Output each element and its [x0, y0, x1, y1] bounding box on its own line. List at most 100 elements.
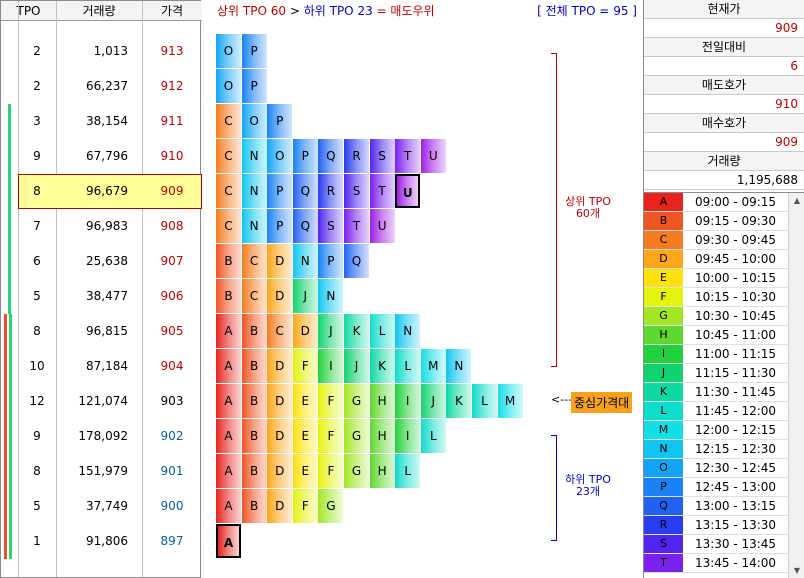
tpo-block: C [216, 139, 241, 173]
row-price: 912 [160, 79, 184, 93]
row-volume: 91,806 [86, 534, 128, 548]
tpo-block: F [292, 349, 318, 383]
row-price: 900 [160, 499, 184, 513]
tpo-block: N [395, 314, 421, 348]
table-row[interactable]: 5 37,749 900 [18, 489, 202, 524]
tpo-block: B [241, 384, 267, 418]
tpo-block: L [395, 349, 421, 383]
row-price: 910 [160, 149, 184, 163]
upper-tpo-text: 상위 TPO 60 [217, 4, 286, 18]
row-tpo-count: 2 [33, 79, 41, 93]
quote-panel: 현재가 909 전일대비 6 매도호가 910 매수호가 909 거래량 1,1… [643, 0, 804, 578]
tpo-block: U [369, 209, 395, 243]
legend-time: 09:00 - 09:15 [694, 195, 777, 209]
tpo-block: L [472, 384, 497, 418]
gt-sign: > [289, 4, 300, 18]
tpo-block: H [369, 454, 395, 488]
legend-swatch: G [644, 307, 683, 325]
tpo-block: A [216, 454, 241, 488]
table-row[interactable]: 10 87,184 904 [18, 349, 202, 384]
table-row[interactable]: 2 1,013 913 [18, 34, 202, 69]
tpo-block: P [267, 104, 293, 138]
tpo-block: O [267, 139, 293, 173]
legend-scrollbar[interactable]: ▲ ▼ [788, 193, 804, 578]
table-row[interactable]: 12 121,074 903 [18, 384, 202, 419]
legend-time: 12:00 - 12:15 [694, 423, 777, 437]
tpo-block: D [267, 419, 293, 453]
table-row[interactable]: 7 96,983 908 [18, 209, 202, 244]
tpo-block: K [369, 349, 395, 383]
legend-swatch: M [644, 421, 683, 439]
tpo-block: D [267, 244, 293, 278]
row-tpo-count: 8 [33, 464, 41, 478]
row-tpo-count: 3 [33, 114, 41, 128]
tpo-block: N [318, 279, 344, 313]
tpo-block: T [344, 209, 369, 243]
row-tpo-count: 8 [33, 324, 41, 338]
legend-swatch: L [644, 402, 683, 420]
legend-item: O 12:30 - 12:45 [644, 459, 788, 478]
table-row[interactable]: 1 91,806 897 [18, 524, 202, 559]
tpo-block: K [344, 314, 369, 348]
tpo-block: L [369, 314, 395, 348]
legend-swatch: O [644, 459, 683, 477]
tpo-chart: 상위 TPO 60 > 하위 TPO 23 = 매도우위 [ 전체 TPO = … [201, 0, 643, 578]
legend-swatch: N [644, 440, 683, 458]
table-row[interactable]: 9 178,092 902 [18, 419, 202, 454]
row-price: 908 [160, 219, 184, 233]
bid-label: 매수호가 [644, 114, 804, 133]
table-row[interactable]: 8 96,815 905 [18, 314, 202, 349]
legend-item: A 09:00 - 09:15 [644, 193, 788, 212]
legend-time: 09:15 - 09:30 [694, 214, 777, 228]
legend-item: N 12:15 - 12:30 [644, 440, 788, 459]
table-row[interactable]: 2 66,237 912 [18, 69, 202, 104]
tpo-block: O [241, 104, 267, 138]
legend-time: 10:15 - 10:30 [694, 290, 777, 304]
legend-time: 13:15 - 13:30 [694, 518, 777, 532]
tpo-block: C [241, 279, 267, 313]
tpo-block: L [395, 454, 421, 488]
table-row[interactable]: 9 67,796 910 [18, 139, 202, 174]
legend-swatch: I [644, 345, 683, 363]
tpo-block: A [216, 314, 241, 348]
legend-swatch: S [644, 535, 683, 553]
tpo-block: D [267, 384, 293, 418]
row-volume: 37,749 [86, 499, 128, 513]
row-tpo-count: 8 [33, 184, 41, 198]
row-price: 905 [160, 324, 184, 338]
tpo-block: C [216, 209, 241, 243]
scroll-up-icon[interactable]: ▲ [789, 193, 804, 209]
tpo-block: B [216, 279, 241, 313]
tpo-block: M [420, 349, 446, 383]
tpo-block: D [267, 349, 293, 383]
row-price: 913 [160, 44, 184, 58]
table-row[interactable]: 8 96,679 909 [18, 174, 202, 209]
tpo-block: D [292, 314, 318, 348]
tpo-block: A [216, 349, 241, 383]
result-text: = 매도우위 [376, 4, 435, 18]
tpo-block: A [216, 489, 241, 523]
table-row[interactable]: 3 38,154 911 [18, 104, 202, 139]
legend-swatch: P [644, 478, 683, 496]
tpo-block: L [420, 419, 446, 453]
tpo-block: F [318, 419, 344, 453]
upper-bracket [551, 53, 557, 367]
header-volume: 거래량 [56, 1, 142, 21]
change-label: 전일대비 [644, 38, 804, 57]
tpo-summary: 상위 TPO 60 > 하위 TPO 23 = 매도우위 [217, 2, 435, 19]
legend-swatch: B [644, 212, 683, 230]
table-row[interactable]: 5 38,477 906 [18, 279, 202, 314]
table-row[interactable]: 6 25,638 907 [18, 244, 202, 279]
tpo-block: P [267, 209, 293, 243]
row-volume: 121,074 [78, 394, 128, 408]
tpo-block: D [267, 489, 293, 523]
table-row[interactable]: 8 151,979 901 [18, 454, 202, 489]
tpo-block: H [369, 419, 395, 453]
tpo-block: F [318, 454, 344, 488]
tpo-block: B [241, 454, 267, 488]
tpo-block: T [395, 139, 421, 173]
tpo-block: B [241, 314, 267, 348]
legend-time: 10:45 - 11:00 [694, 328, 777, 342]
legend-swatch: E [644, 269, 683, 287]
scroll-down-icon[interactable]: ▼ [789, 563, 804, 578]
